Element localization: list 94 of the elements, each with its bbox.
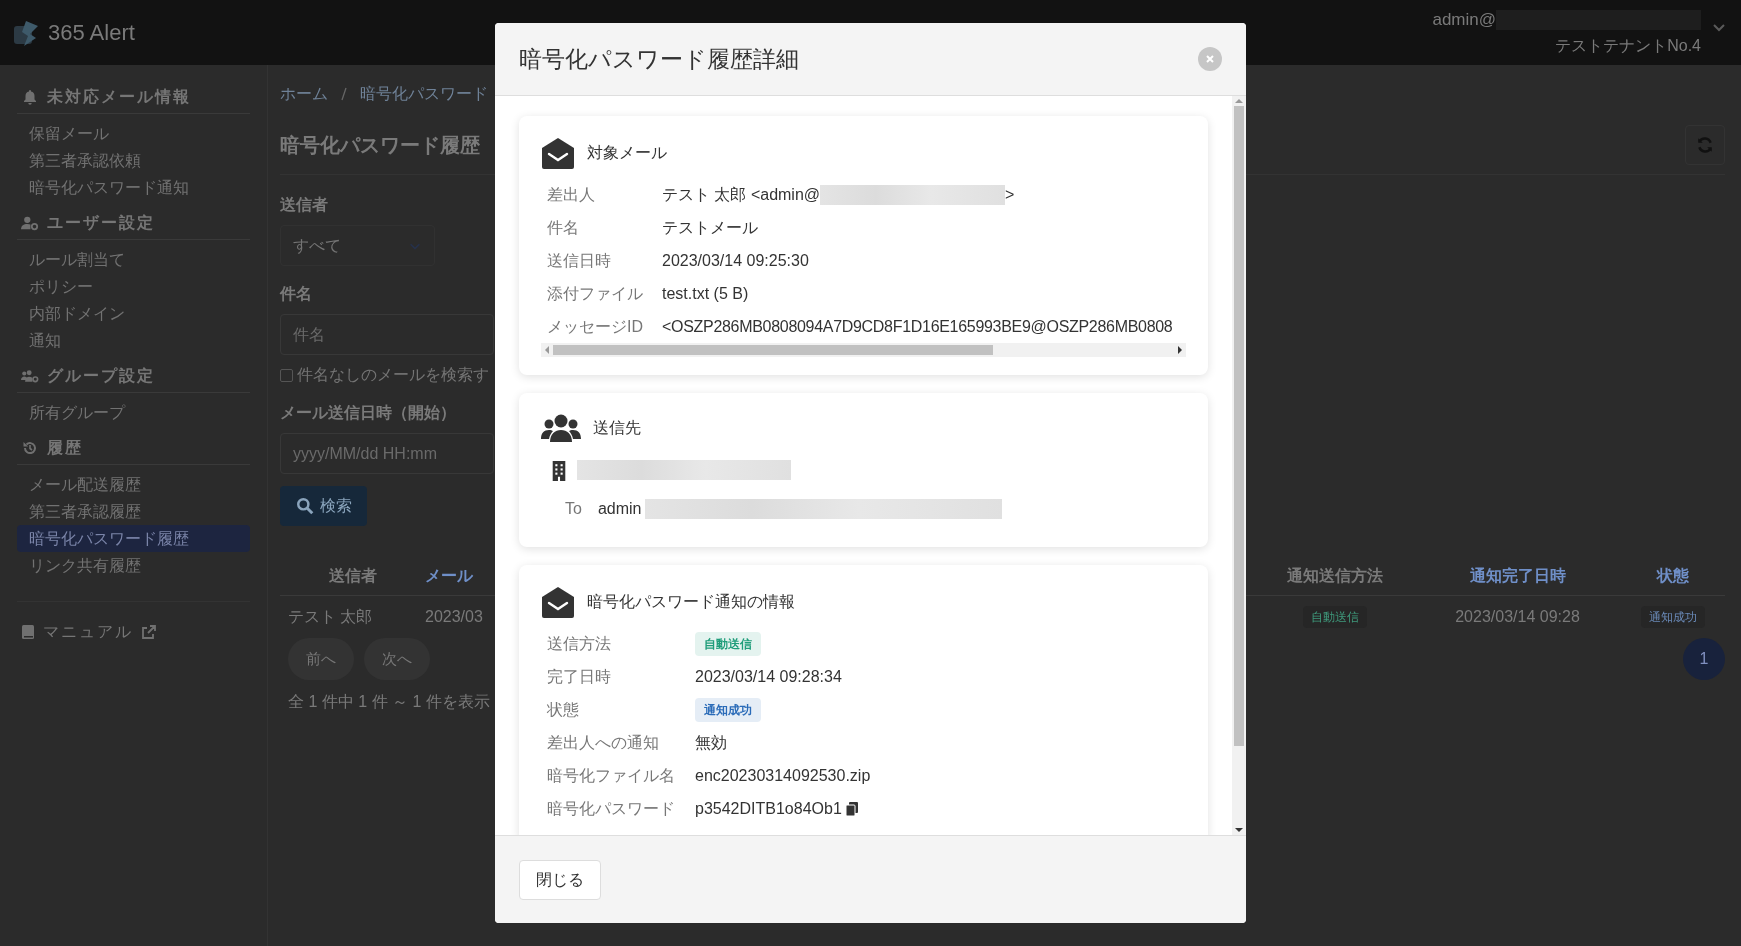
history-icon [21, 440, 39, 456]
close-button[interactable] [1198, 47, 1222, 71]
sidebar-item[interactable]: メール配送履歴 [17, 471, 250, 498]
book-icon [21, 624, 35, 640]
column-header[interactable]: メール [425, 563, 473, 588]
user-email: admin@ [1432, 8, 1496, 31]
search-button[interactable]: 検索 [280, 486, 367, 526]
close-icon [1205, 54, 1215, 64]
status-badge: 自動送信 [1303, 606, 1367, 628]
sender-select[interactable]: すべて [280, 225, 435, 266]
breadcrumb-link[interactable]: ホーム [280, 82, 328, 106]
section-heading: 履歴 [47, 438, 83, 458]
date-input[interactable]: yyyy/MM/dd HH:mm [280, 433, 494, 474]
users-gear-icon [21, 368, 39, 384]
field-value: 無効 [695, 732, 727, 753]
close-dialog-button[interactable]: 閉じる [519, 859, 601, 900]
prev-button[interactable]: 前へ [288, 638, 354, 680]
field-label: 差出人への通知 [547, 732, 660, 753]
sidebar-item[interactable]: ルール割当て [17, 246, 250, 273]
section-heading: ユーザー設定 [47, 213, 155, 233]
section-heading: グループ設定 [47, 366, 155, 386]
column-header: 通知送信方法 [1287, 565, 1383, 586]
manual-link[interactable]: マニュアル [43, 620, 133, 644]
sidebar-item[interactable]: 第三者承認依頼 [17, 147, 250, 174]
refresh-icon [1696, 135, 1714, 154]
section-heading: 未対応メール情報 [47, 87, 191, 107]
vertical-scrollbar[interactable] [1232, 96, 1246, 835]
sidebar-item[interactable]: 所有グループ [17, 399, 250, 426]
envelope-open-icon [541, 136, 575, 170]
sidebar-item[interactable]: 内部ドメイン [17, 300, 250, 327]
status-badge: 通知成功 [1640, 606, 1705, 628]
table-cell-text: テスト 太郎 [288, 607, 373, 627]
checkbox-label: 件名なしのメールを検索す [297, 365, 489, 385]
field-label: 差出人 [547, 184, 596, 205]
bell-icon [21, 89, 39, 105]
envelope-open-icon [541, 585, 575, 619]
card-title: 対象メール [587, 143, 667, 163]
column-header[interactable]: 通知完了日時 [1469, 563, 1566, 588]
field-label: 状態 [547, 699, 580, 720]
field-value: > [1005, 184, 1015, 205]
sidebar-item[interactable]: 第三者承認履歴 [17, 498, 250, 525]
sidebar-item[interactable]: 保留メール [17, 120, 250, 147]
field-label: 件名 [280, 284, 312, 304]
app-name: 365 Alert [48, 19, 135, 47]
field-label: 件名 [547, 217, 580, 238]
external-link-icon [141, 624, 157, 640]
subject-input[interactable]: 件名 [280, 314, 494, 355]
sidebar-item[interactable]: 暗号化パスワード履歴 [17, 525, 250, 552]
recipient-type: To [565, 499, 582, 519]
page-title: 暗号化パスワード履歴 [280, 132, 480, 158]
field-label: 暗号化ファイル名 [547, 765, 676, 786]
result-summary: 全 1 件中 1 件 ～ 1 件を表示 [287, 692, 490, 712]
building-icon [551, 459, 567, 481]
sidebar-item[interactable]: リンク共有履歴 [17, 552, 250, 579]
field-label: メッセージID [547, 316, 644, 337]
recipient-address: admin [597, 499, 642, 519]
table-cell-text: 2023/03/14 09:28 [1455, 607, 1580, 627]
breadcrumb-separator [340, 86, 348, 102]
dialog-title: 暗号化パスワード履歴詳細 [519, 44, 799, 74]
users-icon [541, 413, 581, 443]
tenant-name: テストテナントNo.4 [1555, 36, 1701, 57]
field-value: テスト 太郎 <admin@ [662, 184, 821, 205]
column-header[interactable]: 状態 [1656, 563, 1689, 588]
field-value: enc20230314092530.zip [695, 765, 871, 786]
field-value: テストメール [662, 217, 758, 238]
breadcrumb-link[interactable]: 暗号化パスワード [360, 82, 488, 106]
sidebar-item[interactable]: 通知 [17, 327, 250, 354]
field-value: 2023/03/14 09:28:34 [695, 666, 842, 687]
field-label: 送信方法 [547, 633, 612, 654]
horizontal-scrollbar[interactable] [541, 343, 1186, 357]
field-value: <OSZP286MB0808094A7D9CD8F1D16E165993BE9@OSZP286MB0808 [662, 316, 1173, 337]
sidebar-item[interactable]: 暗号化パスワード通知 [17, 174, 250, 201]
field-label: 送信者 [280, 195, 328, 215]
page-button[interactable]: 1 [1683, 638, 1725, 680]
card-title: 暗号化パスワード通知の情報 [587, 592, 795, 612]
field-label: 添付ファイル [547, 283, 644, 304]
field-label: 送信日時 [547, 250, 612, 271]
sidebar-item[interactable]: ポリシー [17, 273, 250, 300]
status-badge: 自動送信 [695, 631, 761, 656]
refresh-button[interactable] [1685, 124, 1725, 165]
column-header: 送信者 [328, 565, 377, 586]
field-value: test.txt (5 B) [662, 283, 749, 304]
field-label: 暗号化パスワード [547, 798, 676, 819]
next-button[interactable]: 次へ [364, 638, 430, 680]
search-icon [295, 497, 314, 515]
table-cell-text: 2023/03 [425, 607, 483, 627]
field-label: 完了日時 [547, 666, 612, 687]
user-gear-icon [21, 215, 39, 231]
field-value: p3542DITB1o84Ob1 [695, 798, 842, 819]
checkbox[interactable] [280, 368, 293, 382]
field-label: メール送信日時（開始） [280, 403, 456, 423]
card-title: 送信先 [593, 418, 641, 438]
field-value: 2023/03/14 09:25:30 [662, 250, 809, 271]
status-badge: 通知成功 [695, 697, 761, 722]
